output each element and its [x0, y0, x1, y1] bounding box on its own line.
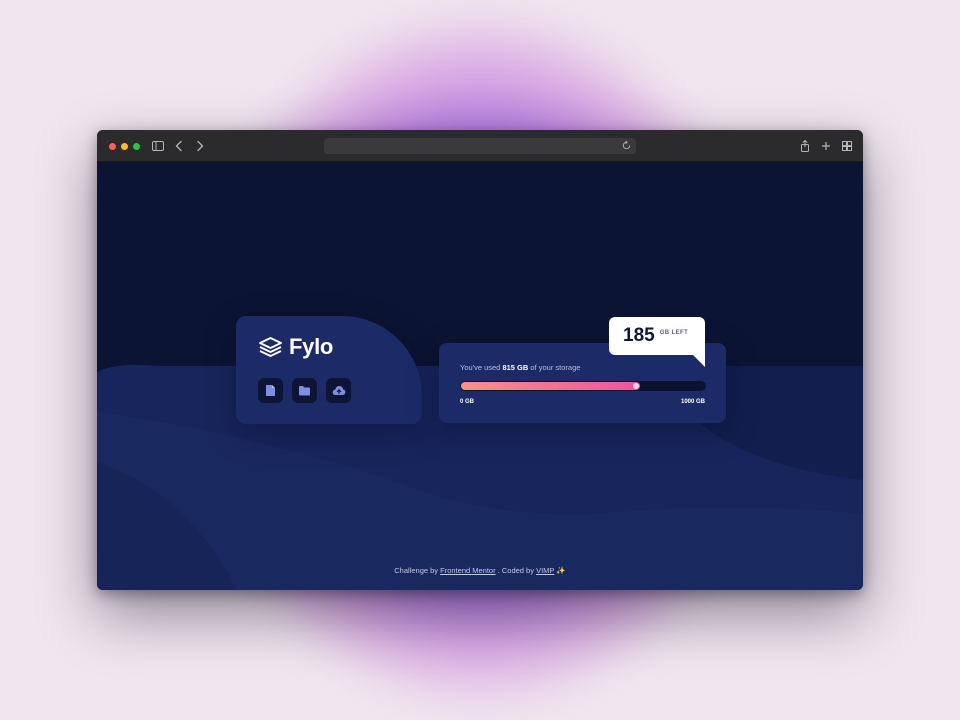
- footer-separator: .: [497, 566, 500, 575]
- new-tab-icon[interactable]: [819, 139, 833, 153]
- share-icon[interactable]: [798, 139, 812, 153]
- address-bar[interactable]: [324, 138, 636, 154]
- maximize-window-button[interactable]: [133, 143, 140, 150]
- min-storage-label: 0 GB: [460, 399, 475, 405]
- back-icon[interactable]: [172, 139, 186, 153]
- browser-toolbar: [97, 130, 863, 162]
- remaining-storage-bubble: 185 GB LEFT: [609, 317, 705, 355]
- sidebar-icon[interactable]: [151, 139, 165, 153]
- upload-cloud-icon: [332, 386, 345, 395]
- minimize-window-button[interactable]: [121, 143, 128, 150]
- upload-button[interactable]: [326, 378, 351, 403]
- reload-icon[interactable]: [621, 140, 632, 151]
- storage-progress-bar: [460, 381, 706, 391]
- max-storage-label: 1000 GB: [680, 399, 705, 405]
- usage-suffix: of your storage: [530, 363, 581, 372]
- storage-usage-card: You've used 815 GB of your storage 0 GB …: [439, 343, 726, 423]
- tab-overview-icon[interactable]: [840, 139, 854, 153]
- usage-prefix: You've used: [460, 363, 501, 372]
- sparkle-icon: ✨: [556, 566, 566, 575]
- remaining-amount: 185: [623, 325, 655, 346]
- progress-knob: [633, 383, 639, 389]
- folder-button[interactable]: [292, 378, 317, 403]
- page-viewport: Fylo You've used 815 GB of your storage …: [97, 162, 863, 590]
- bubble-tail: [693, 355, 705, 367]
- used-amount: 815 GB: [502, 363, 529, 372]
- fylo-logo: Fylo: [258, 334, 333, 360]
- frontend-mentor-link[interactable]: Frontend Mentor: [440, 566, 495, 575]
- logo-text: Fylo: [289, 334, 334, 359]
- browser-window: Fylo You've used 815 GB of your storage …: [97, 130, 863, 590]
- remaining-unit: GB LEFT: [659, 330, 689, 336]
- coded-by-text: Coded by: [501, 566, 534, 575]
- layers-icon: [259, 337, 282, 357]
- challenge-by-text: Challenge by: [394, 566, 439, 575]
- usage-summary: You've used 815 GB of your storage: [460, 363, 580, 372]
- forward-icon[interactable]: [193, 139, 207, 153]
- attribution-footer: Challenge by Frontend Mentor . Coded by …: [97, 566, 863, 575]
- author-link[interactable]: VIMP: [536, 566, 554, 575]
- document-icon: [266, 385, 275, 396]
- storage-progress-fill: [461, 382, 640, 390]
- close-window-button[interactable]: [109, 143, 116, 150]
- folder-icon: [299, 386, 310, 396]
- document-button[interactable]: [258, 378, 283, 403]
